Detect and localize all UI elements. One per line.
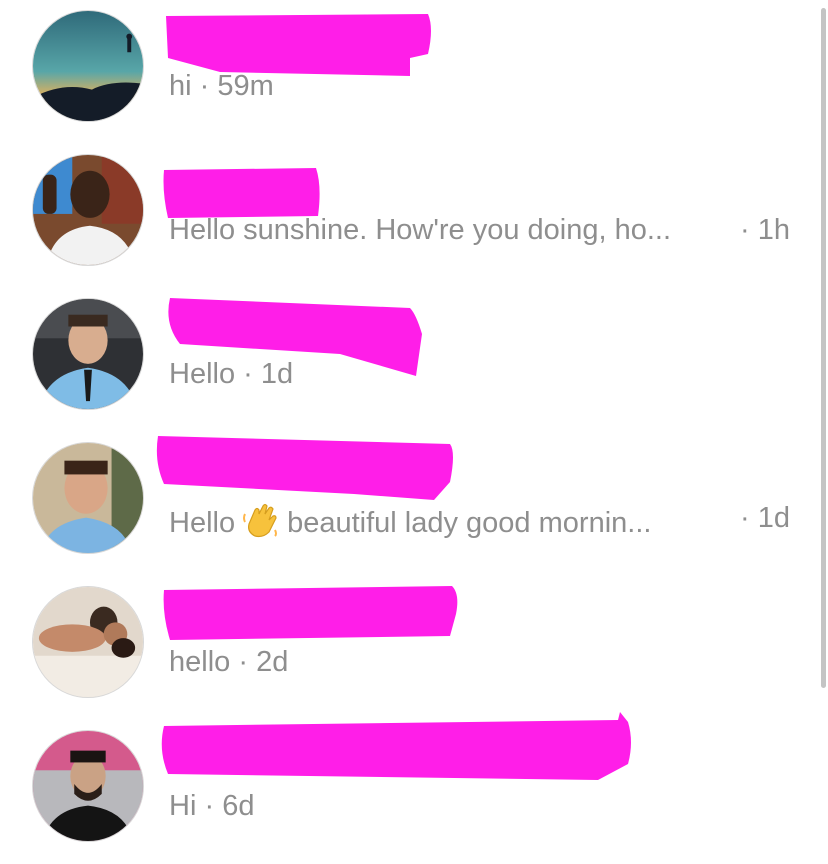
person-photo-icon [33, 731, 143, 841]
separator: · [740, 214, 750, 246]
separator: · [243, 358, 253, 390]
preview-text: beautiful lady good mornin... [287, 507, 652, 540]
timestamp: 59m [217, 70, 274, 102]
person-photo-icon [33, 443, 143, 553]
separator: · [740, 502, 750, 534]
timestamp: 1h [757, 214, 790, 246]
person-photo-icon [33, 155, 143, 265]
separator: · [199, 70, 210, 102]
avatar[interactable] [32, 298, 144, 410]
message-preview: Hi · 6d [169, 788, 254, 824]
separator: · [238, 646, 249, 678]
avatar[interactable] [32, 154, 144, 266]
avatar[interactable] [32, 586, 144, 698]
preview-text: hello [169, 646, 231, 678]
redacted-name [158, 712, 640, 784]
sunset-photo-icon [33, 11, 143, 121]
conversation-row[interactable]: Hello beautiful lady good mornin... · 1d [0, 432, 812, 576]
avatar[interactable] [32, 442, 144, 554]
conversation-list: hi · 59m Hello sunshine. How're you doin… [0, 0, 828, 853]
preview-text: Hello [169, 507, 236, 540]
conversation-row[interactable]: Hi · 6d [0, 712, 812, 864]
separator: · [204, 790, 215, 822]
message-time: · 1d [740, 500, 790, 536]
timestamp: 1d [260, 358, 294, 390]
conversation-row[interactable]: hello · 2d [0, 576, 812, 720]
message-time: · 1h [740, 212, 790, 248]
message-preview: Hello sunshine. How're you doing, ho... [169, 212, 671, 248]
message-preview: Hello beautiful lady good mornin... [169, 500, 651, 549]
conversation-row[interactable]: hi · 59m [0, 0, 812, 144]
message-preview: Hello · 1d [169, 356, 293, 392]
timestamp: 1d [757, 502, 790, 534]
message-preview: hello · 2d [169, 644, 288, 680]
timestamp: 2d [256, 646, 289, 678]
preview-text: Hello [169, 358, 236, 390]
couple-photo-icon [33, 587, 143, 697]
avatar[interactable] [32, 730, 144, 842]
redacted-name [154, 432, 459, 504]
scrollbar[interactable] [821, 8, 826, 688]
conversation-row[interactable]: Hello sunshine. How're you doing, ho... … [0, 144, 812, 288]
redacted-name [160, 584, 462, 648]
timestamp: 6d [222, 790, 255, 822]
preview-text: hi [169, 70, 192, 102]
conversation-row[interactable]: Hello · 1d [0, 288, 812, 432]
person-photo-icon [33, 299, 143, 409]
preview-text: Hello sunshine. How're you doing, ho... [169, 214, 672, 246]
avatar[interactable] [32, 10, 144, 122]
preview-text: Hi [169, 790, 197, 822]
message-preview: hi · 59m [169, 68, 274, 104]
waving-hand-icon [241, 500, 281, 549]
